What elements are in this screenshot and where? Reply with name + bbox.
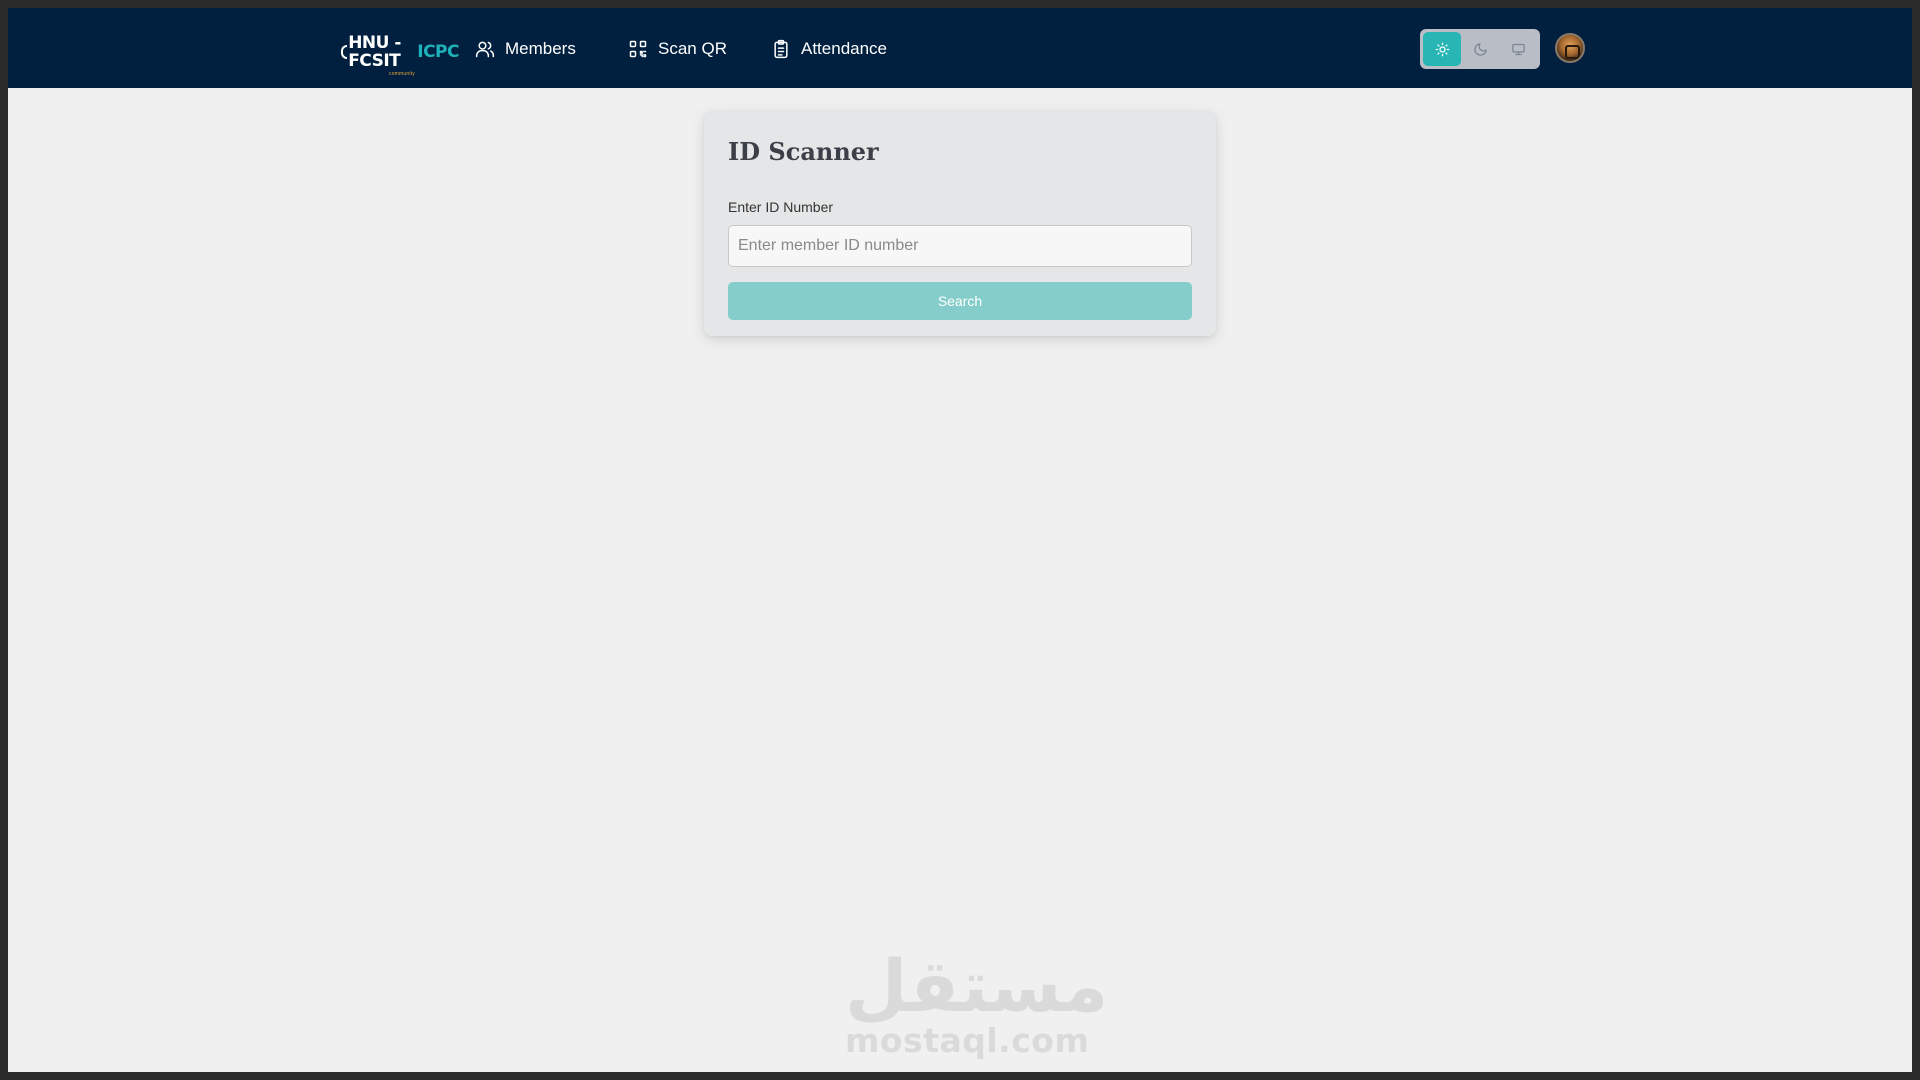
monitor-icon	[1511, 43, 1525, 55]
app-window: HNU - FCSIT ICPC community Members Scan …	[8, 8, 1912, 1072]
moon-icon	[1473, 42, 1487, 56]
qr-code-icon	[629, 40, 647, 58]
theme-dark-button[interactable]	[1461, 32, 1499, 66]
users-icon	[475, 41, 495, 58]
theme-switcher	[1420, 29, 1540, 69]
logo-accent-text: ICPC	[417, 42, 459, 62]
user-avatar[interactable]	[1555, 33, 1585, 63]
mostaql-watermark: مستقل mostaql.com	[845, 944, 1109, 1068]
theme-light-button[interactable]	[1423, 32, 1461, 66]
logo-wordmark: HNU - FCSIT ICPC	[341, 34, 459, 70]
top-navbar: HNU - FCSIT ICPC community Members Scan …	[8, 8, 1912, 88]
nav-item-attendance[interactable]: Attendance	[771, 34, 887, 64]
logo-main-text: HNU - FCSIT	[348, 33, 401, 71]
brand-logo[interactable]: HNU - FCSIT ICPC community	[341, 34, 459, 77]
id-number-label: Enter ID Number	[728, 199, 834, 215]
nav-item-scan-qr[interactable]: Scan QR	[628, 34, 727, 64]
nav-label-scan-qr: Scan QR	[658, 39, 727, 58]
nav-label-members: Members	[505, 39, 576, 58]
globe-icon	[341, 45, 348, 59]
id-scanner-card: ID Scanner Enter ID Number Search	[704, 111, 1216, 336]
member-id-input[interactable]	[728, 225, 1192, 267]
sun-icon	[1435, 42, 1449, 56]
search-button[interactable]: Search	[728, 282, 1192, 320]
logo-subtext: community	[389, 71, 415, 77]
clipboard-icon	[774, 39, 788, 59]
nav-item-members[interactable]: Members	[475, 34, 576, 64]
watermark-arabic: مستقل	[845, 944, 1109, 1028]
watermark-latin: mostaql.com	[845, 1021, 1090, 1060]
nav-label-attendance: Attendance	[801, 39, 888, 58]
card-title: ID Scanner	[728, 137, 879, 166]
theme-system-button[interactable]	[1499, 32, 1537, 66]
